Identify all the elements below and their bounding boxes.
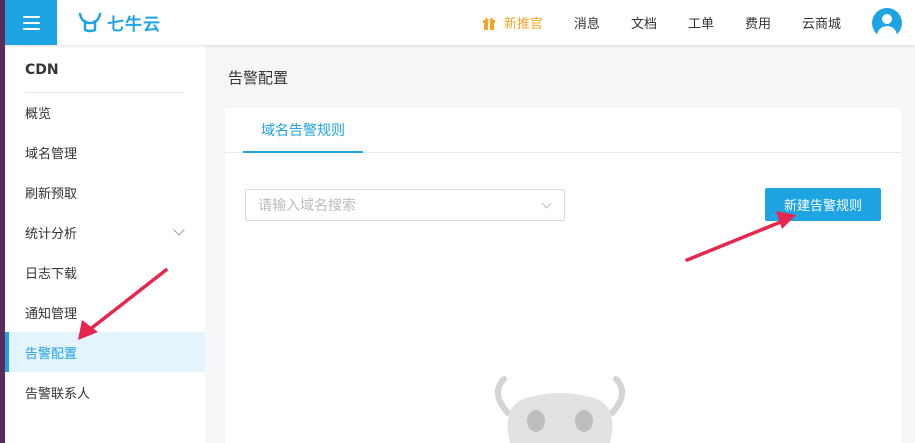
tab-bar: 域名告警规则	[225, 108, 901, 153]
nav-item-billing[interactable]: 费用	[745, 13, 771, 32]
sidebar-item-refresh[interactable]: 刷新预取	[5, 172, 205, 212]
window-edge	[0, 0, 5, 443]
search-placeholder: 请输入域名搜索	[258, 198, 356, 214]
tab-domain-alert-rules[interactable]: 域名告警规则	[243, 108, 363, 153]
gift-icon	[482, 17, 495, 30]
sidebar-title: CDN	[25, 62, 59, 78]
logo[interactable]: 七牛云	[77, 8, 161, 36]
logo-text: 七牛云	[107, 14, 161, 35]
sidebar-item-logs[interactable]: 日志下载	[5, 252, 205, 292]
sidebar-item-alert-contacts[interactable]: 告警联系人	[5, 372, 205, 412]
nav-item-messages[interactable]: 消息	[574, 13, 600, 32]
sidebar-item-domains[interactable]: 域名管理	[5, 132, 205, 172]
sidebar-item-alert-config[interactable]: 告警配置	[5, 332, 205, 372]
nav-item-tickets[interactable]: 工单	[688, 13, 714, 32]
nav-item-label: 新推官	[503, 17, 543, 32]
sidebar-item-stats[interactable]: 统计分析	[5, 212, 205, 252]
chevron-down-icon	[173, 224, 185, 236]
user-avatar-icon[interactable]	[872, 7, 902, 38]
nav-item-docs[interactable]: 文档	[631, 13, 657, 32]
new-alert-rule-button[interactable]: 新建告警规则	[765, 188, 881, 221]
top-navbar: 七牛云 新推官 消息 文档 工单 费用 云商城	[5, 0, 915, 45]
nav-item-marketplace[interactable]: 云商城	[802, 13, 841, 32]
sidebar: CDN 概览 域名管理 刷新预取 统计分析 日志下载 通知管理 告警配置 告警联…	[5, 45, 205, 443]
chevron-down-icon	[541, 198, 552, 209]
domain-search-select[interactable]: 请输入域名搜索	[245, 189, 565, 221]
qiniu-logo-icon	[78, 12, 102, 33]
top-nav: 新推官 消息 文档 工单 费用 云商城	[482, 0, 915, 45]
sidebar-item-label: 统计分析	[25, 226, 78, 242]
sidebar-item-notifications[interactable]: 通知管理	[5, 292, 205, 332]
nav-item-promo[interactable]: 新推官	[482, 13, 543, 32]
sidebar-item-overview[interactable]: 概览	[5, 92, 205, 132]
content-card: 域名告警规则 请输入域名搜索 新建告警规则	[225, 108, 901, 443]
hamburger-icon[interactable]	[5, 0, 57, 45]
empty-state-mascot-icon	[495, 376, 625, 443]
page-title: 告警配置	[228, 69, 289, 87]
